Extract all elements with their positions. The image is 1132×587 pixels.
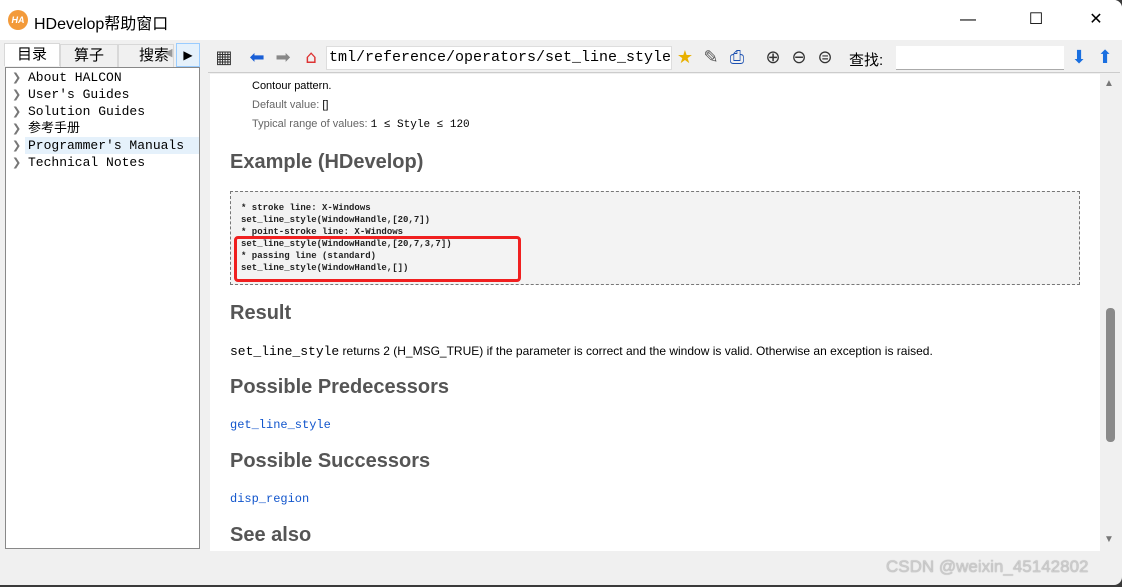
disp-region-link[interactable]: disp_region (230, 492, 309, 506)
result-text: set_line_style returns 2 (H_MSG_TRUE) if… (230, 344, 933, 359)
successors-heading: Possible Successors (230, 450, 431, 472)
tab-scroll-right-icon[interactable]: ▶ (176, 43, 200, 67)
value-range: Typical range of values: 1 ≤ Style ≤ 120 (252, 118, 470, 131)
maximize-button[interactable]: ☐ (1016, 8, 1056, 32)
default-value: Default value: [] (252, 99, 329, 111)
contents-tree: ❯ About HALCON ❯ User's Guides ❯ Solution G… (5, 67, 200, 549)
tab-scroll-left-icon[interactable]: ◀ (164, 46, 172, 59)
tree-item[interactable]: ❯ User's Guides (6, 86, 199, 103)
find-previous-icon[interactable]: ⬆ (1094, 47, 1116, 69)
tree-item[interactable]: ❯ About HALCON (6, 69, 199, 86)
toggle-sidebar-icon[interactable]: ▦ (213, 47, 235, 69)
print-icon[interactable]: ⎙ (726, 47, 748, 69)
example-heading: Example (HDevelop) (230, 151, 424, 173)
window-title: HDevelop帮助窗口 (34, 16, 169, 33)
zoom-out-icon[interactable]: ⊖ (788, 47, 810, 69)
chevron-right-icon: ❯ (12, 71, 22, 84)
toolbar: ▦ ⬅ ➡ ⌂ tml/reference/operators/set_line… (208, 43, 1120, 73)
app-logo: HA (8, 10, 28, 30)
tree-item[interactable]: ❯ Solution Guides (6, 103, 199, 120)
predecessors-heading: Possible Predecessors (230, 376, 450, 398)
zoom-reset-icon[interactable]: ⊜ (814, 47, 836, 69)
scrollbar-thumb[interactable] (1106, 308, 1115, 442)
edit-bookmarks-icon[interactable]: ✎ (700, 47, 722, 69)
back-arrow-icon[interactable]: ⬅ (246, 47, 268, 69)
code-example: * stroke line: X-Windows set_line_style(W… (230, 191, 1080, 285)
chevron-right-icon: ❯ (12, 156, 22, 169)
param-description: Contour pattern. (252, 80, 332, 92)
desktop-background (1122, 0, 1132, 587)
help-content: Contour pattern. Default value: [] Typic… (210, 74, 1100, 551)
vertical-scrollbar[interactable]: ▲ ▼ (1100, 74, 1118, 551)
minimize-button[interactable]: — (948, 8, 988, 32)
title-bar: HA HDevelop帮助窗口 — ☐ ✕ (0, 0, 1122, 40)
help-window: HA HDevelop帮助窗口 — ☐ ✕ 目录 算子 搜索 ◀ ▶ ❯ Abou… (0, 0, 1122, 585)
tree-item-selected[interactable]: ❯ Programmer's Manuals (12, 137, 199, 154)
red-highlight-box (234, 236, 521, 282)
scroll-down-icon[interactable]: ▼ (1104, 534, 1114, 545)
scroll-up-icon[interactable]: ▲ (1104, 78, 1114, 89)
get-line-style-link[interactable]: get_line_style (230, 418, 331, 432)
forward-arrow-icon[interactable]: ➡ (272, 47, 294, 69)
find-next-icon[interactable]: ⬇ (1068, 47, 1090, 69)
tab-contents[interactable]: 目录 (4, 43, 60, 66)
bookmark-star-icon[interactable]: ★ (674, 47, 696, 69)
tree-item[interactable]: ❯ 参考手册 (6, 120, 199, 137)
chevron-right-icon: ❯ (12, 105, 22, 118)
nav-tabs: 目录 算子 搜索 ◀ ▶ (4, 43, 204, 67)
see-also-heading: See also (230, 524, 312, 546)
home-icon[interactable]: ⌂ (300, 47, 322, 69)
result-heading: Result (230, 302, 292, 324)
url-field[interactable]: tml/reference/operators/set_line_style.h… (326, 46, 672, 70)
tab-operators[interactable]: 算子 (60, 44, 118, 67)
find-label: 查找: (849, 52, 884, 69)
chevron-right-icon: ❯ (12, 88, 22, 101)
close-button[interactable]: ✕ (1076, 8, 1116, 32)
zoom-in-icon[interactable]: ⊕ (762, 47, 784, 69)
watermark: CSDN @weixin_45142802 (886, 557, 1089, 576)
find-input[interactable] (896, 46, 1064, 70)
chevron-right-icon: ❯ (12, 122, 22, 135)
tree-item[interactable]: ❯ Technical Notes (6, 154, 199, 171)
chevron-right-icon: ❯ (12, 139, 22, 152)
